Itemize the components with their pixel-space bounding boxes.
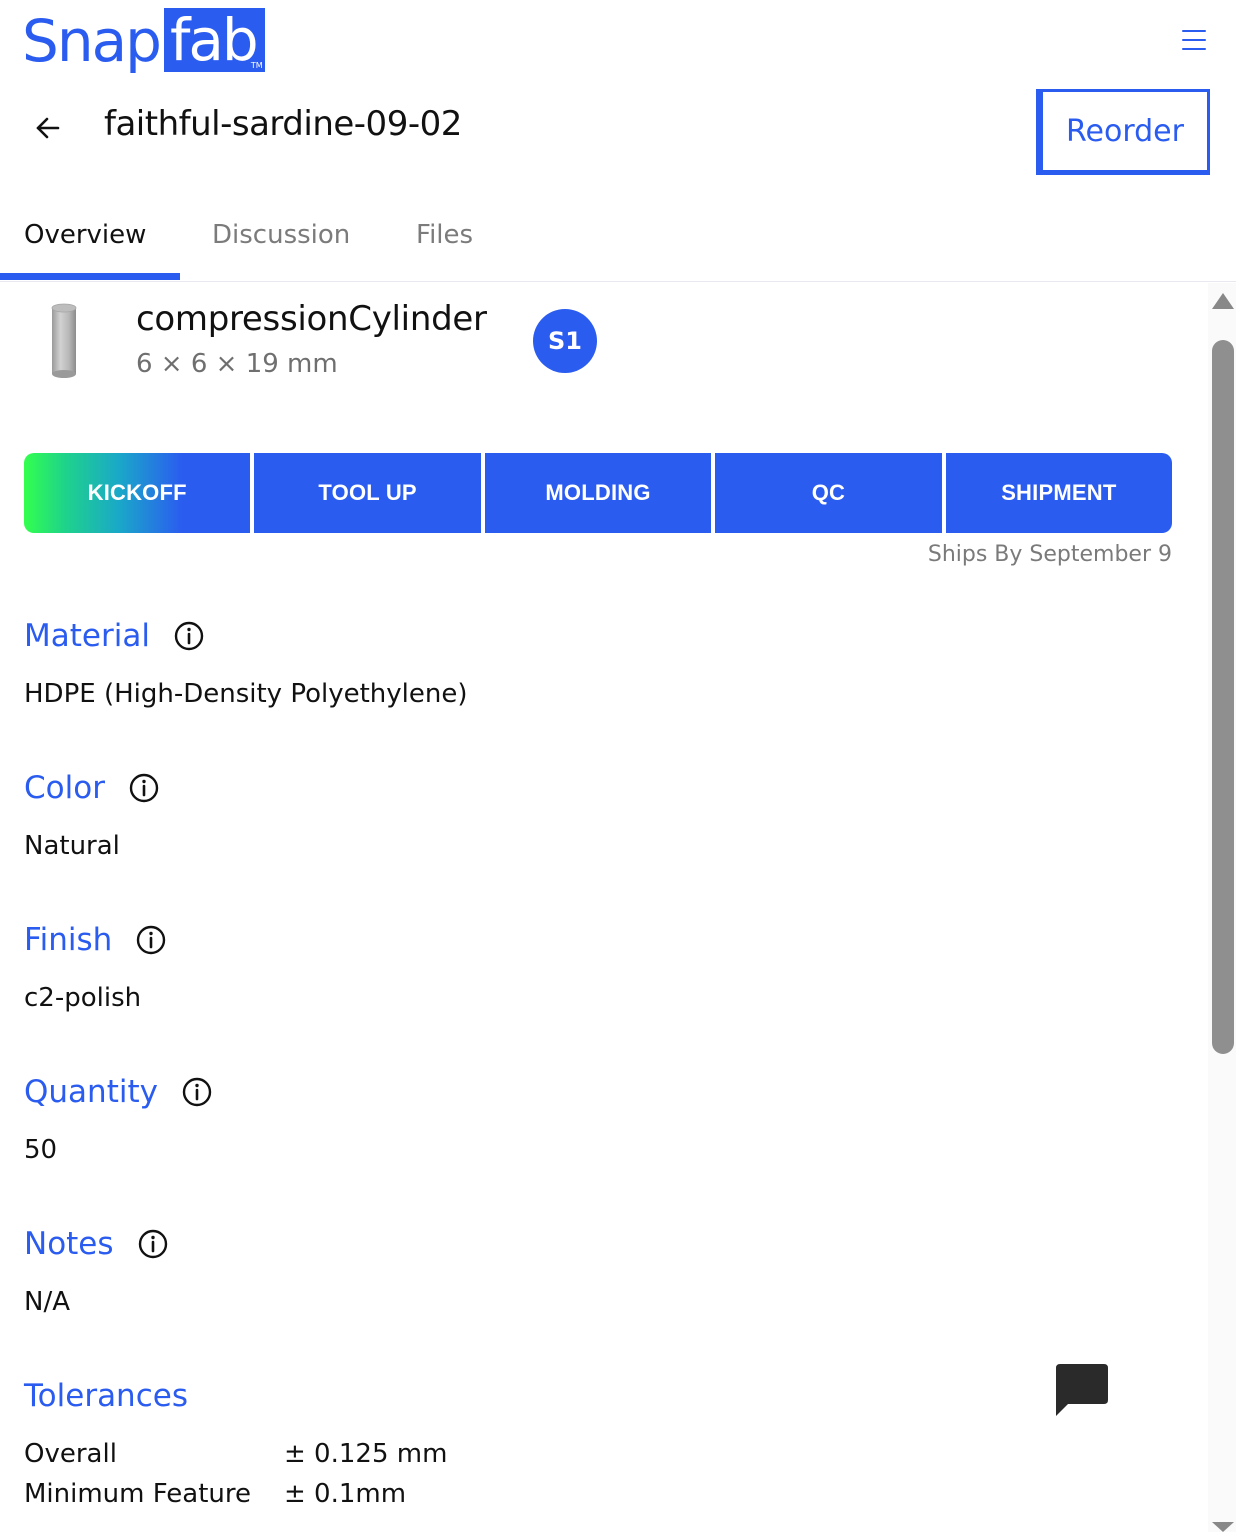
- tolerances-label: Tolerances: [24, 1376, 188, 1416]
- tab-discussion[interactable]: Discussion: [212, 210, 350, 280]
- stage-molding: MOLDING: [484, 453, 712, 533]
- notes-label: Notes: [24, 1224, 168, 1264]
- active-tab-indicator: [0, 273, 180, 280]
- tolerances-label-text: Tolerances: [24, 1378, 188, 1414]
- tolerance-name: Minimum Feature: [24, 1479, 252, 1509]
- arrow-left-icon[interactable]: [34, 114, 62, 142]
- scrollbar-thumb[interactable]: [1212, 340, 1234, 1054]
- reorder-button-label: Reorder: [1043, 92, 1207, 170]
- color-label: Color: [24, 768, 159, 808]
- logo-fab-text: fab: [169, 6, 259, 74]
- tab-overview[interactable]: Overview: [24, 210, 146, 280]
- scroll-down-arrow-icon[interactable]: [1212, 1522, 1234, 1532]
- menu-line: [1182, 39, 1206, 41]
- ships-by-date: Ships By September 9: [927, 542, 1172, 567]
- finish-value: c2-polish: [24, 983, 142, 1013]
- tolerance-value: ± 0.125 mm: [284, 1439, 448, 1469]
- part-thumbnail: [51, 303, 77, 378]
- info-circle-icon[interactable]: [138, 1229, 168, 1259]
- reorder-button[interactable]: Reorder: [1036, 89, 1210, 175]
- info-circle-icon[interactable]: [136, 925, 166, 955]
- material-label: Material: [24, 616, 204, 656]
- quantity-label-text: Quantity: [24, 1074, 158, 1110]
- scroll-up-arrow-icon[interactable]: [1212, 293, 1234, 309]
- stage-shipment: SHIPMENT: [945, 453, 1173, 533]
- finish-label: Finish: [24, 920, 166, 960]
- menu-line: [1182, 30, 1206, 32]
- info-circle-icon[interactable]: [182, 1077, 212, 1107]
- tolerance-value: ± 0.1mm: [284, 1479, 407, 1509]
- material-value: HDPE (High-Density Polyethylene): [24, 679, 468, 709]
- part-dimensions: 6 × 6 × 19 mm: [136, 349, 338, 379]
- menu-line: [1182, 48, 1206, 50]
- chat-bubble-icon[interactable]: [1054, 1362, 1110, 1418]
- tab-files[interactable]: Files: [416, 210, 473, 280]
- info-circle-icon[interactable]: [129, 773, 159, 803]
- tolerance-name: Overall: [24, 1439, 117, 1469]
- logo-fab-box: fab TM: [163, 6, 265, 74]
- color-value: Natural: [24, 831, 120, 861]
- hamburger-menu-icon[interactable]: [1182, 30, 1206, 50]
- logo-trademark: TM: [250, 61, 263, 70]
- finish-label-text: Finish: [24, 922, 113, 958]
- stage-qc: QC: [715, 453, 942, 533]
- stage-tool-up: TOOL UP: [254, 453, 481, 533]
- stage-kickoff: KICKOFF: [24, 453, 251, 533]
- part-name: compressionCylinder: [136, 299, 487, 339]
- info-circle-icon[interactable]: [174, 621, 204, 651]
- snapfab-logo[interactable]: Snap fab TM: [22, 8, 265, 74]
- quantity-value: 50: [24, 1135, 58, 1165]
- material-label-text: Material: [24, 618, 150, 654]
- logo-snap-text: Snap: [22, 7, 162, 75]
- notes-label-text: Notes: [24, 1226, 114, 1262]
- tab-bar: Overview Discussion Files: [0, 210, 1236, 282]
- quantity-label: Quantity: [24, 1072, 212, 1112]
- stage-badge: S1: [533, 309, 597, 373]
- page-title: faithful-sardine-09-02: [104, 104, 462, 144]
- notes-value: N/A: [24, 1287, 70, 1317]
- color-label-text: Color: [24, 770, 105, 806]
- order-progress-stages: KICKOFF TOOL UP MOLDING QC SHIPMENT: [24, 453, 1173, 533]
